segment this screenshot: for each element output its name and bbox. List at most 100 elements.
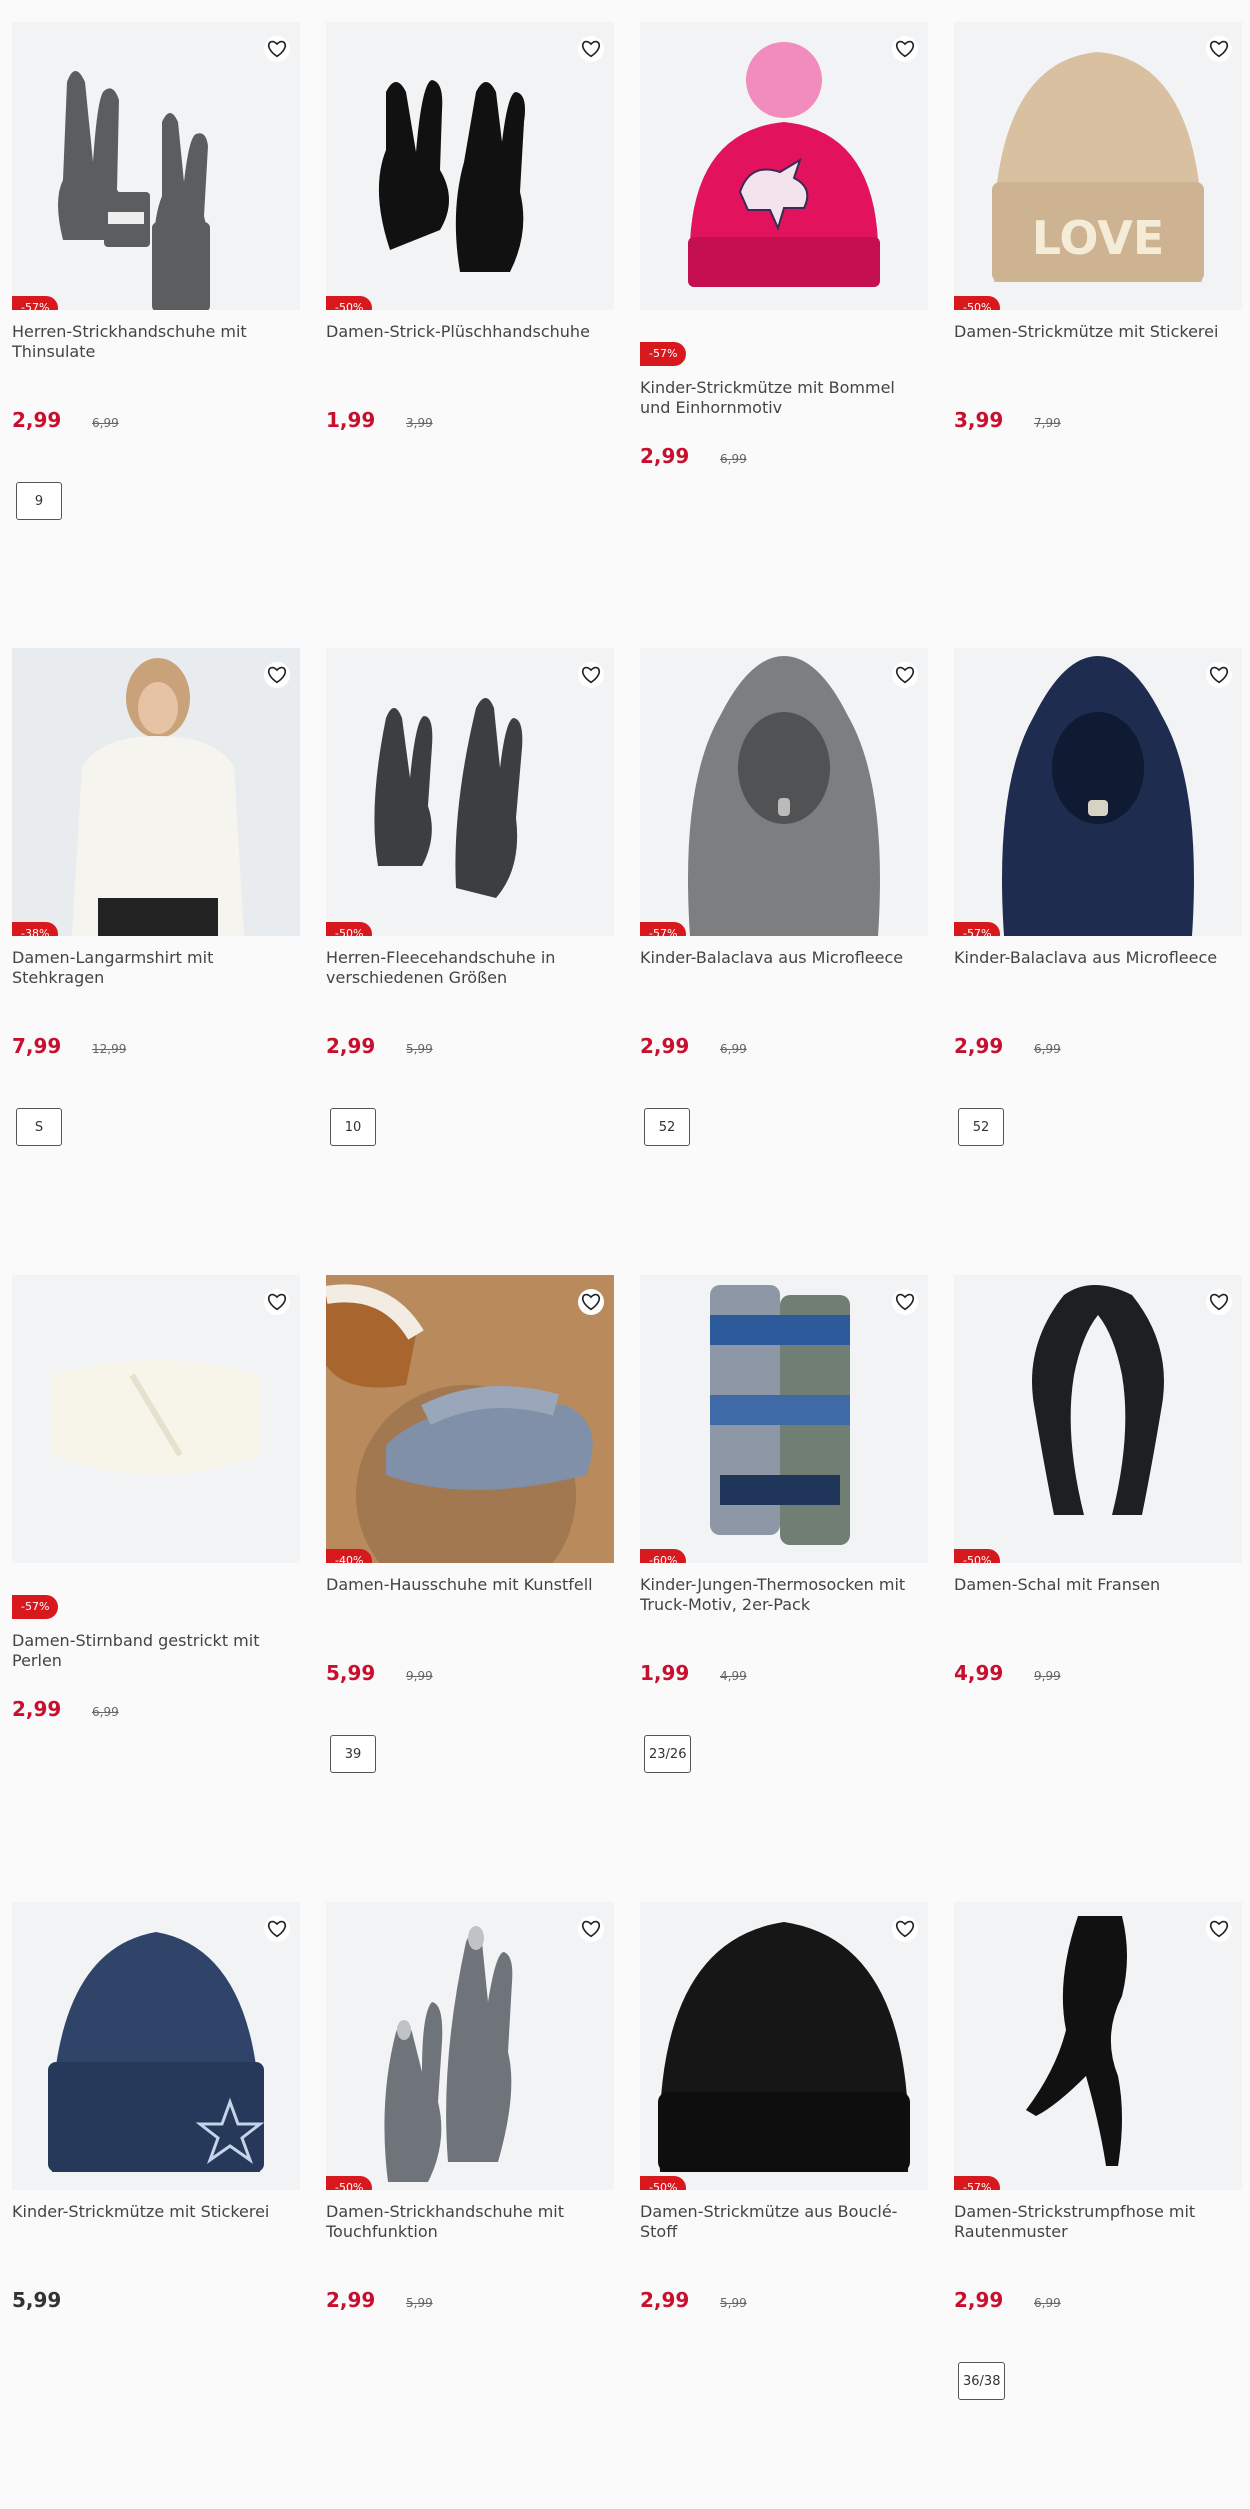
- product-image[interactable]: -50%: [326, 1902, 614, 2190]
- favorite-icon[interactable]: [892, 1916, 918, 1942]
- old-price: 6,99: [720, 1042, 747, 1056]
- product-card[interactable]: -60% Kinder-Jungen-Thermosocken mit Truc…: [640, 1275, 928, 1875]
- product-image[interactable]: -50%: [326, 648, 614, 936]
- product-image[interactable]: -57%: [640, 648, 928, 936]
- discount-badge: -38%: [12, 922, 59, 936]
- size-option[interactable]: 52: [958, 1108, 1004, 1146]
- size-option[interactable]: 36/38: [958, 2362, 1006, 2400]
- product-title[interactable]: Damen-Langarmshirt mit Stehkragen: [12, 948, 300, 988]
- product-card[interactable]: -50% Damen-Schal mit Fransen 4,99 9,99: [954, 1275, 1242, 1875]
- discount-badge: -40%: [326, 1549, 373, 1563]
- discount-badge: -50%: [954, 1549, 1001, 1563]
- product-title[interactable]: Herren-Strickhandschuhe mit Thinsulate: [12, 322, 300, 362]
- product-price: 2,99: [954, 2288, 1004, 2312]
- product-price: 7,99: [12, 1034, 62, 1058]
- product-image[interactable]: -57%: [954, 1902, 1242, 2190]
- favorite-icon[interactable]: [1206, 1289, 1232, 1315]
- product-card[interactable]: -57% Damen-Strickstrumpfhose mit Rautenm…: [954, 1902, 1242, 2502]
- favorite-icon[interactable]: [892, 36, 918, 62]
- product-price: 5,99: [12, 2288, 62, 2312]
- product-image[interactable]: -57%: [12, 22, 300, 310]
- product-card[interactable]: -57% Kinder-Balaclava aus Microfleece 2,…: [954, 648, 1242, 1248]
- product-image[interactable]: -50%: [954, 1275, 1242, 1563]
- favorite-icon[interactable]: [578, 1916, 604, 1942]
- size-option[interactable]: 10: [330, 1108, 376, 1146]
- product-title[interactable]: Kinder-Balaclava aus Microfleece: [640, 948, 928, 968]
- product-title[interactable]: Kinder-Strickmütze mit Bommel und Einhor…: [640, 378, 928, 418]
- product-card[interactable]: -57% Herren-Strickhandschuhe mit Thinsul…: [12, 22, 300, 622]
- discount-badge: -50%: [954, 296, 1001, 310]
- product-image[interactable]: -57%: [954, 648, 1242, 936]
- product-card[interactable]: -57% Kinder-Strickmütze mit Bommel und E…: [640, 22, 928, 622]
- discount-badge: -57%: [12, 296, 59, 310]
- product-title[interactable]: Damen-Stirnband gestrickt mit Perlen: [12, 1631, 300, 1671]
- product-image[interactable]: [12, 1275, 300, 1563]
- product-card[interactable]: -57% Kinder-Balaclava aus Microfleece 2,…: [640, 648, 928, 1248]
- product-image[interactable]: -50%: [640, 1902, 928, 2190]
- favorite-icon[interactable]: [892, 1289, 918, 1315]
- product-grid: -57% Herren-Strickhandschuhe mit Thinsul…: [0, 0, 1250, 2509]
- product-image[interactable]: -40%: [326, 1275, 614, 1563]
- product-card[interactable]: -50% Damen-Strick-Plüschhandschuhe 1,99 …: [326, 22, 614, 622]
- discount-badge: -50%: [326, 296, 373, 310]
- product-title[interactable]: Damen-Strickstrumpfhose mit Rautenmuster: [954, 2202, 1242, 2242]
- favorite-icon[interactable]: [264, 1289, 290, 1315]
- discount-badge: -50%: [640, 2176, 687, 2190]
- product-title[interactable]: Kinder-Jungen-Thermosocken mit Truck-Mot…: [640, 1575, 928, 1615]
- product-title[interactable]: Damen-Hausschuhe mit Kunstfell: [326, 1575, 614, 1595]
- product-card[interactable]: LOVE -50% Damen-Strickmütze mit Stickere…: [954, 22, 1242, 622]
- product-image[interactable]: -38%: [12, 648, 300, 936]
- old-price: 6,99: [92, 1705, 119, 1719]
- discount-badge: -57%: [640, 922, 687, 936]
- product-image[interactable]: [640, 22, 928, 310]
- product-price: 2,99: [326, 2288, 376, 2312]
- old-price: 5,99: [406, 2296, 433, 2310]
- discount-badge: -60%: [640, 1549, 687, 1563]
- product-image[interactable]: [12, 1902, 300, 2190]
- product-price: 2,99: [954, 1034, 1004, 1058]
- favorite-icon[interactable]: [264, 662, 290, 688]
- size-option[interactable]: 39: [330, 1735, 376, 1773]
- favorite-icon[interactable]: [1206, 36, 1232, 62]
- product-title[interactable]: Damen-Schal mit Fransen: [954, 1575, 1242, 1595]
- old-price: 6,99: [720, 452, 747, 466]
- product-image[interactable]: LOVE -50%: [954, 22, 1242, 310]
- product-card[interactable]: -50% Damen-Strickhandschuhe mit Touchfun…: [326, 1902, 614, 2502]
- favorite-icon[interactable]: [578, 662, 604, 688]
- size-option[interactable]: 52: [644, 1108, 690, 1146]
- size-option[interactable]: 9: [16, 482, 62, 520]
- favorite-icon[interactable]: [1206, 662, 1232, 688]
- favorite-icon[interactable]: [1206, 1916, 1232, 1942]
- product-card[interactable]: -50% Herren-Fleecehandschuhe in verschie…: [326, 648, 614, 1248]
- product-title[interactable]: Damen-Strickmütze aus Bouclé-Stoff: [640, 2202, 928, 2242]
- product-title[interactable]: Damen-Strickhandschuhe mit Touchfunktion: [326, 2202, 614, 2242]
- favorite-icon[interactable]: [578, 36, 604, 62]
- product-price: 1,99: [326, 408, 376, 432]
- old-price: 7,99: [1034, 416, 1061, 430]
- favorite-icon[interactable]: [892, 662, 918, 688]
- svg-text:LOVE: LOVE: [1032, 211, 1165, 265]
- size-option[interactable]: S: [16, 1108, 62, 1146]
- discount-badge: -57%: [12, 1595, 59, 1619]
- old-price: 5,99: [406, 1042, 433, 1056]
- favorite-icon[interactable]: [264, 36, 290, 62]
- product-card[interactable]: -38% Damen-Langarmshirt mit Stehkragen 7…: [12, 648, 300, 1248]
- product-card[interactable]: Kinder-Strickmütze mit Stickerei 5,99: [12, 1902, 300, 2502]
- product-title[interactable]: Kinder-Strickmütze mit Stickerei: [12, 2202, 300, 2222]
- favorite-icon[interactable]: [578, 1289, 604, 1315]
- product-image[interactable]: -60%: [640, 1275, 928, 1563]
- product-title[interactable]: Herren-Fleecehandschuhe in verschiedenen…: [326, 948, 614, 988]
- product-card[interactable]: -50% Damen-Strickmütze aus Bouclé-Stoff …: [640, 1902, 928, 2502]
- old-price: 3,99: [406, 416, 433, 430]
- product-title[interactable]: Damen-Strick-Plüschhandschuhe: [326, 322, 614, 342]
- product-title[interactable]: Damen-Strickmütze mit Stickerei: [954, 322, 1242, 342]
- favorite-icon[interactable]: [264, 1916, 290, 1942]
- product-card[interactable]: -57% Damen-Stirnband gestrickt mit Perle…: [12, 1275, 300, 1875]
- product-title[interactable]: Kinder-Balaclava aus Microfleece: [954, 948, 1242, 968]
- product-image[interactable]: -50%: [326, 22, 614, 310]
- product-card[interactable]: -40% Damen-Hausschuhe mit Kunstfell 5,99…: [326, 1275, 614, 1875]
- size-option[interactable]: 23/26: [644, 1735, 692, 1773]
- product-price: 2,99: [12, 1697, 62, 1721]
- old-price: 6,99: [1034, 2296, 1061, 2310]
- product-price: 5,99: [326, 1661, 376, 1685]
